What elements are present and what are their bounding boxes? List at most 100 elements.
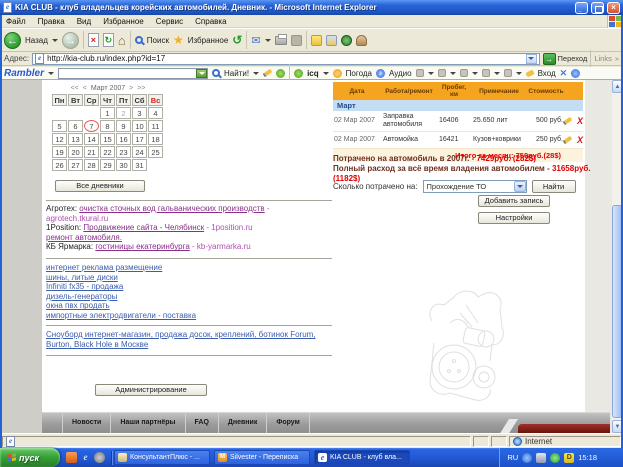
calendar-day[interactable]: 9: [116, 120, 131, 132]
back-icon[interactable]: ←: [4, 32, 21, 49]
tray-volume-icon[interactable]: [522, 453, 532, 463]
calendar-day[interactable]: 1: [100, 107, 115, 119]
calendar-day[interactable]: 4: [148, 107, 163, 119]
ad-link[interactable]: Продвижение сайта - Челябинск: [83, 223, 204, 232]
forward-icon[interactable]: →: [62, 32, 79, 49]
ad-link[interactable]: ремонт автомобиля.: [46, 233, 122, 242]
refresh-icon[interactable]: ↻: [103, 33, 114, 47]
address-input[interactable]: e http://kia-club.ru/index.php?id=17: [32, 53, 539, 65]
list-link[interactable]: Infiniti fx35 - продажа: [46, 282, 332, 292]
go-button[interactable]: → Переход: [543, 53, 588, 65]
calendar-day[interactable]: 17: [132, 133, 147, 145]
tray-download-icon[interactable]: D: [564, 453, 574, 463]
calendar-prev-icon[interactable]: <: [83, 85, 87, 92]
nav-tab-faq[interactable]: FAQ: [186, 413, 219, 433]
rambler-extra-icon-5[interactable]: [504, 69, 512, 77]
calendar-day[interactable]: 5: [52, 120, 67, 132]
favorites-label[interactable]: Избранное: [188, 36, 229, 45]
admin-button[interactable]: Администрирование: [95, 384, 207, 396]
weather-label[interactable]: Погода: [346, 69, 372, 78]
search-label[interactable]: Поиск: [147, 36, 169, 45]
nav-tab-forum[interactable]: Форум: [267, 413, 309, 433]
tray-green-icon[interactable]: [550, 453, 560, 463]
rambler-find-icon[interactable]: [212, 69, 220, 77]
rambler-find-dropdown-icon[interactable]: [253, 72, 259, 75]
calendar-day[interactable]: 15: [100, 133, 115, 145]
icq-label[interactable]: icq: [307, 69, 319, 78]
settings-button[interactable]: Настройки: [478, 212, 550, 224]
list-link[interactable]: импортные электродвигатели - поставка: [46, 311, 332, 321]
ad-link[interactable]: гостиницы екатеринбурга: [95, 242, 189, 251]
calendar-day[interactable]: 11: [148, 120, 163, 132]
delete-icon[interactable]: X: [575, 115, 585, 127]
all-diaries-button[interactable]: Все дневники: [55, 180, 145, 192]
calendar-prev-year-icon[interactable]: <<: [71, 85, 79, 92]
calendar-day[interactable]: 16: [116, 133, 131, 145]
edit-icon[interactable]: [563, 117, 573, 125]
calendar-day-selected[interactable]: 7: [84, 120, 99, 132]
calendar-day[interactable]: 22: [100, 146, 115, 158]
stop-icon[interactable]: ×: [88, 33, 99, 47]
calendar-day[interactable]: 12: [52, 133, 67, 145]
minimize-button[interactable]: _: [575, 2, 588, 14]
nav-tab-partners[interactable]: Наши партнёры: [111, 413, 185, 433]
rambler-find-label[interactable]: Найти!: [224, 69, 249, 78]
start-button[interactable]: пуск: [0, 448, 60, 467]
calendar-day[interactable]: 3: [132, 107, 147, 119]
rambler-search-input[interactable]: [58, 68, 208, 79]
calendar-day[interactable]: 18: [148, 133, 163, 145]
rambler-extra-icon-2[interactable]: [438, 69, 446, 77]
nav-tab-news[interactable]: Новости: [63, 413, 111, 433]
delete-icon[interactable]: X: [575, 134, 585, 146]
back-label[interactable]: Назад: [25, 36, 48, 45]
contacts-icon[interactable]: [356, 35, 367, 46]
calendar-next-icon[interactable]: >: [129, 85, 133, 92]
calendar-day[interactable]: 23: [116, 146, 131, 158]
pencil-icon[interactable]: [263, 69, 273, 77]
ad-link[interactable]: очистка сточных вод гальванических произ…: [79, 204, 264, 213]
calendar-day[interactable]: 21: [84, 146, 99, 158]
calendar-day[interactable]: 24: [132, 146, 147, 158]
nav-tab-diary[interactable]: Дневник: [219, 413, 267, 433]
taskbar-task-mail[interactable]: M Silvester - Переписка: [214, 450, 310, 465]
calendar-day[interactable]: 25: [148, 146, 163, 158]
links-label[interactable]: Links: [594, 54, 612, 63]
calendar-day[interactable]: 8: [100, 120, 115, 132]
calendar-day[interactable]: 20: [68, 146, 83, 158]
language-indicator[interactable]: RU: [507, 453, 518, 462]
search-icon[interactable]: [135, 36, 143, 44]
icq-flower-icon[interactable]: [294, 69, 303, 78]
login-label[interactable]: Вход: [538, 69, 556, 78]
calendar-day[interactable]: 10: [132, 120, 147, 132]
tray-shield-icon[interactable]: [536, 453, 546, 463]
calendar-day[interactable]: 14: [84, 133, 99, 145]
menu-view[interactable]: Вид: [71, 17, 97, 26]
hands-icon[interactable]: [276, 69, 285, 78]
taskbar-task-consultant[interactable]: КонсультантПлюс - ...: [114, 450, 210, 465]
rambler-logo-dropdown-icon[interactable]: [48, 72, 54, 75]
print-icon[interactable]: [275, 36, 287, 45]
list-link[interactable]: интернет реклама размещение: [46, 263, 332, 273]
quick-launch-ie-icon[interactable]: e: [80, 452, 91, 463]
quick-launch-icon-3[interactable]: [94, 452, 105, 463]
rambler-extra-icon-3[interactable]: [460, 69, 468, 77]
calendar-day[interactable]: 28: [84, 159, 99, 171]
list-link[interactable]: дизель-генераторы: [46, 292, 332, 302]
calendar-day[interactable]: 31: [132, 159, 147, 171]
back-dropdown-icon[interactable]: [52, 39, 58, 42]
rambler-tools-icon[interactable]: ✕: [560, 68, 568, 79]
select-dropdown-icon[interactable]: [514, 181, 526, 192]
calendar-day[interactable]: 19: [52, 146, 67, 158]
links-chevron-icon[interactable]: »: [615, 54, 619, 63]
close-button[interactable]: ×: [607, 2, 620, 14]
calendar-day[interactable]: 13: [68, 133, 83, 145]
find-button[interactable]: Найти: [532, 180, 576, 193]
address-dropdown-icon[interactable]: [526, 54, 537, 64]
add-entry-button[interactable]: Добавить запись: [478, 195, 550, 207]
mail-dropdown-icon[interactable]: [265, 39, 271, 42]
login-key-icon[interactable]: [525, 69, 534, 77]
menu-edit[interactable]: Правка: [32, 17, 71, 26]
category-select[interactable]: Прохождение ТО: [423, 180, 527, 193]
audio-label[interactable]: Аудио: [389, 69, 412, 78]
folders-icon[interactable]: [326, 35, 337, 46]
